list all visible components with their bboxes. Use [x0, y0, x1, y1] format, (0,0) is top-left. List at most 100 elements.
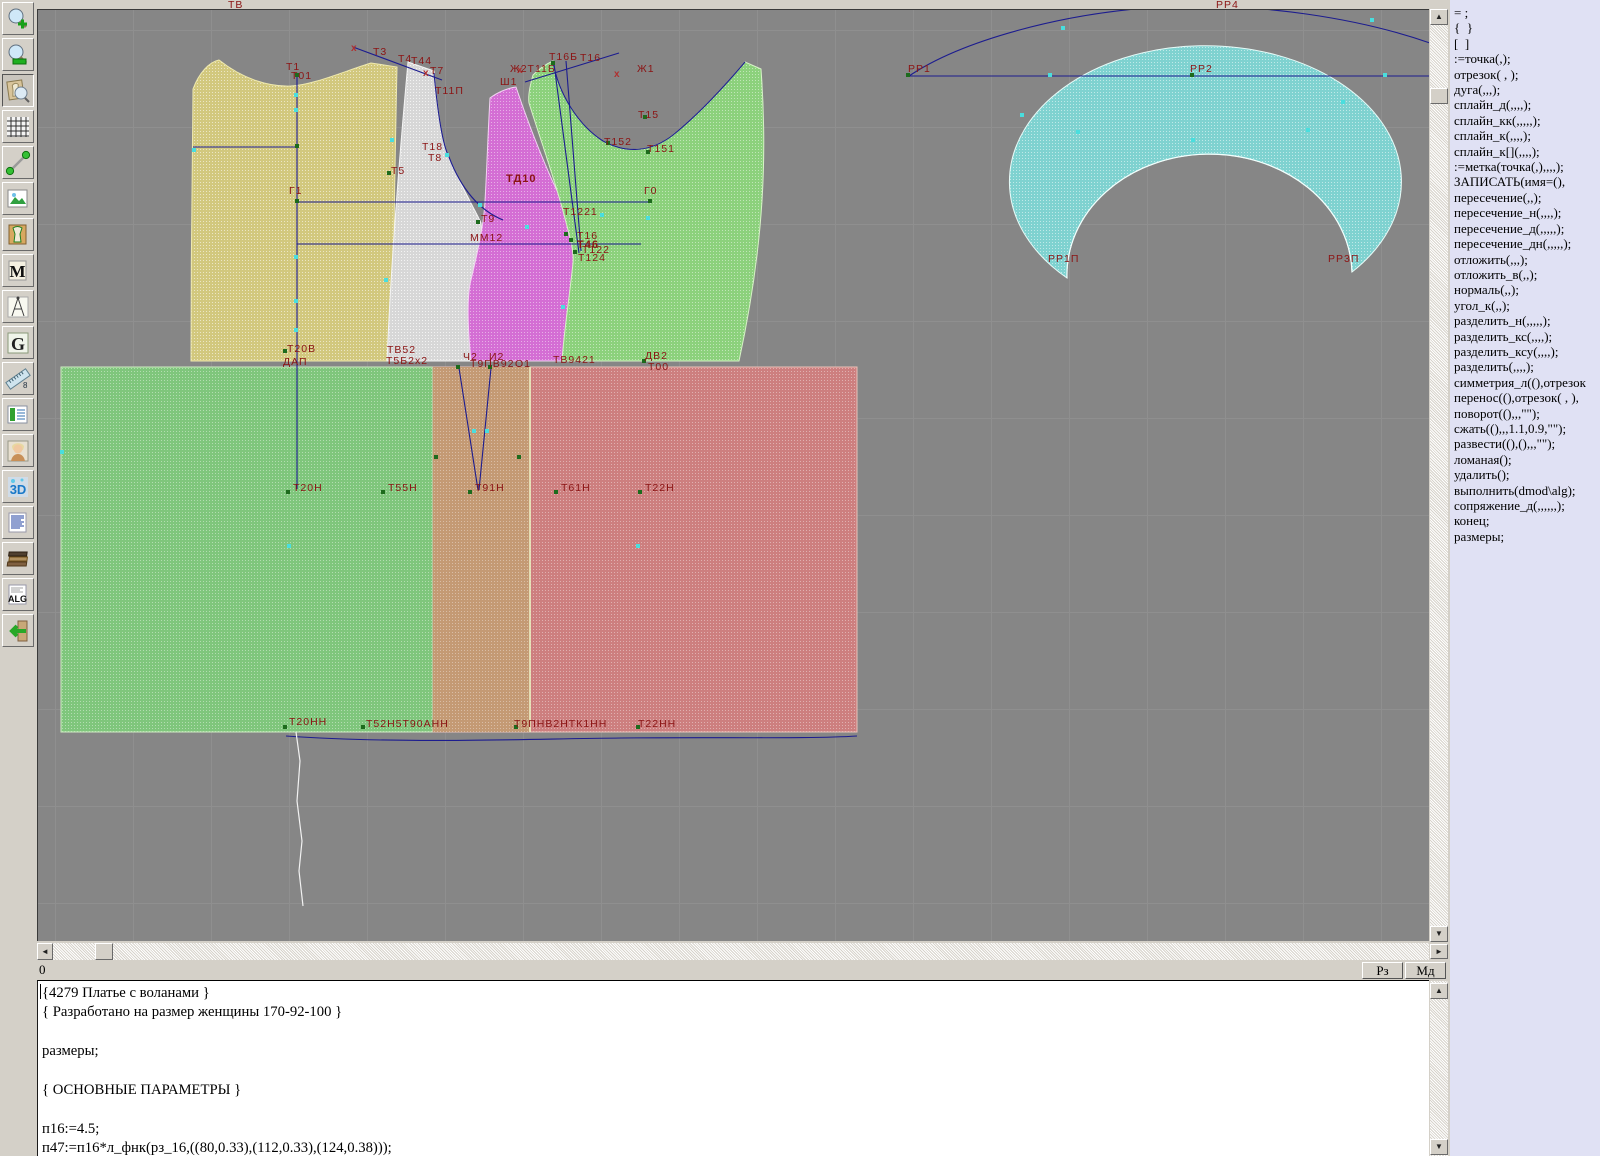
command-item[interactable]: пересечение(,,);	[1454, 190, 1600, 205]
canvas-scroll-left-icon[interactable]: ◄	[37, 943, 53, 960]
command-item[interactable]: нормаль(,,);	[1454, 282, 1600, 297]
command-item[interactable]: разделить(,,,,);	[1454, 359, 1600, 374]
books-icon	[5, 546, 31, 572]
svg-text:х: х	[423, 68, 429, 79]
command-item[interactable]: удалить();	[1454, 467, 1600, 482]
zoom-in-button[interactable]	[2, 2, 34, 35]
command-item[interactable]: симметрия_л((),отрезок	[1454, 375, 1600, 390]
svg-text:G: G	[11, 334, 25, 354]
command-item[interactable]: [ ]	[1454, 36, 1600, 51]
canvas-hscroll-thumb[interactable]	[95, 943, 113, 960]
list-button[interactable]	[2, 506, 34, 539]
drafting-icon	[5, 294, 31, 320]
letter-g-icon: G	[5, 330, 31, 356]
zoom-out-button[interactable]	[2, 38, 34, 71]
svg-text:х: х	[351, 43, 357, 54]
canvas-scroll-down-icon[interactable]: ▼	[1430, 926, 1448, 942]
editor-line	[42, 1023, 1429, 1042]
command-item[interactable]: разделить_ксу(,,,,);	[1454, 344, 1600, 359]
editor-line: { ОСНОВНЫЕ ПАРАМЕТРЫ }	[42, 1081, 1429, 1100]
command-item[interactable]: сплайн_к[](,,,,);	[1454, 144, 1600, 159]
letter-m-button[interactable]: M	[2, 254, 34, 287]
command-item[interactable]: развести((),(),,,"");	[1454, 436, 1600, 451]
editor-line: п47:=п16*л_фнк(рз_16,((80,0.33),(112,0.3…	[42, 1139, 1429, 1156]
command-item[interactable]: размеры;	[1454, 529, 1600, 544]
command-item[interactable]: сопряжение_д(,,,,,,);	[1454, 498, 1600, 513]
command-item[interactable]: сжать((),,,1.1,0.9,"");	[1454, 421, 1600, 436]
command-item[interactable]: ЗАПИСАТЬ(имя=(),	[1454, 174, 1600, 189]
app-window: { "palette":{ "canvas_bg":"#868686","gri…	[0, 0, 1600, 1156]
table-button[interactable]	[2, 398, 34, 431]
canvas-scroll-right-icon[interactable]: ►	[1430, 944, 1448, 959]
md-button[interactable]: Мд	[1405, 962, 1446, 979]
three-d-button[interactable]: 3D	[2, 470, 34, 503]
hem-guide-line	[296, 732, 303, 906]
drafting-button[interactable]	[2, 290, 34, 323]
command-item[interactable]: поворот((),,,"");	[1454, 406, 1600, 421]
preview-zoom-button[interactable]	[2, 74, 34, 107]
editor-line: размеры;	[42, 1042, 1429, 1061]
ruler-icon: 8	[5, 366, 31, 392]
svg-text:8: 8	[23, 381, 28, 390]
ruler-button[interactable]: 8	[2, 362, 34, 395]
editor-vscroll-track[interactable]	[1430, 981, 1448, 1156]
letter-g-button[interactable]: G	[2, 326, 34, 359]
pattern-canvas[interactable]: хххх	[37, 9, 1429, 941]
editor-line	[42, 1062, 1429, 1081]
letter-m-icon: M	[5, 258, 31, 284]
command-item[interactable]: сплайн_кк(,,,,,);	[1454, 113, 1600, 128]
svg-text:х: х	[614, 69, 620, 80]
canvas-vscroll-thumb[interactable]	[1430, 88, 1448, 104]
command-reference-panel: = ;{ }[ ]:=точка(,);отрезок( , );дуга(,,…	[1450, 0, 1600, 1156]
left-toolbar: M G 8 3D ALG	[0, 0, 36, 1156]
pattern-drawing: хххх	[38, 10, 1429, 941]
pattern-piece-button[interactable]	[2, 218, 34, 251]
command-item[interactable]: ломаная();	[1454, 452, 1600, 467]
alg-button[interactable]: ALG	[2, 578, 34, 611]
exit-button[interactable]	[2, 614, 34, 647]
editor-line: { Разработано на размер женщины 170-92-1…	[42, 1003, 1429, 1022]
books-button[interactable]	[2, 542, 34, 575]
list-icon	[5, 510, 31, 536]
back-bodice-piece[interactable]	[191, 60, 397, 361]
canvas-vscroll-track[interactable]	[1430, 9, 1448, 941]
editor-scroll-up-icon[interactable]: ▲	[1430, 983, 1448, 999]
command-item[interactable]: пересечение_дн(,,,,,);	[1454, 236, 1600, 251]
command-item[interactable]: выполнить(dmod\alg);	[1454, 483, 1600, 498]
rz-button[interactable]: Рз	[1362, 962, 1403, 979]
command-item[interactable]: дуга(,,,);	[1454, 82, 1600, 97]
portrait-button[interactable]	[2, 434, 34, 467]
command-item[interactable]: пересечение_н(,,,,);	[1454, 205, 1600, 220]
command-item[interactable]: пересечение_д(,,,,,);	[1454, 221, 1600, 236]
command-item[interactable]: конец;	[1454, 513, 1600, 528]
zoom-out-icon	[5, 42, 31, 68]
command-item[interactable]: отложить(,,,);	[1454, 252, 1600, 267]
algorithm-editor[interactable]: {4279 Платье с воланами }{ Разработано н…	[37, 980, 1429, 1156]
command-item[interactable]: угол_к(,,);	[1454, 298, 1600, 313]
svg-text:M: M	[9, 262, 25, 281]
canvas-hscroll-track[interactable]	[37, 943, 1429, 960]
image-icon	[5, 186, 31, 212]
grid-icon	[5, 114, 31, 140]
command-item[interactable]: сплайн_к(,,,,);	[1454, 128, 1600, 143]
command-item[interactable]: разделить_кс(,,,,);	[1454, 329, 1600, 344]
command-item[interactable]: отрезок( , );	[1454, 67, 1600, 82]
scroll-position-value: 0	[39, 962, 46, 978]
command-item[interactable]: отложить_в(,,);	[1454, 267, 1600, 282]
command-item[interactable]: сплайн_д(,,,,);	[1454, 97, 1600, 112]
image-button[interactable]	[2, 182, 34, 215]
command-item[interactable]: { }	[1454, 20, 1600, 35]
canvas-scroll-up-icon[interactable]: ▲	[1430, 9, 1448, 25]
command-item[interactable]: :=метка(точка(,),,,,);	[1454, 159, 1600, 174]
command-item[interactable]: :=точка(,);	[1454, 51, 1600, 66]
preview-zoom-icon	[5, 78, 31, 104]
command-item[interactable]: перенос((),отрезок( , ),	[1454, 390, 1600, 405]
grid-button[interactable]	[2, 110, 34, 143]
command-item[interactable]: разделить_н(,,,,,);	[1454, 313, 1600, 328]
command-item[interactable]: = ;	[1454, 5, 1600, 20]
editor-scroll-down-icon[interactable]: ▼	[1430, 1139, 1448, 1155]
flounce-piece[interactable]	[1009, 46, 1401, 278]
segment-button[interactable]	[2, 146, 34, 179]
pattern-piece-icon	[5, 222, 31, 248]
portrait-icon	[5, 438, 31, 464]
